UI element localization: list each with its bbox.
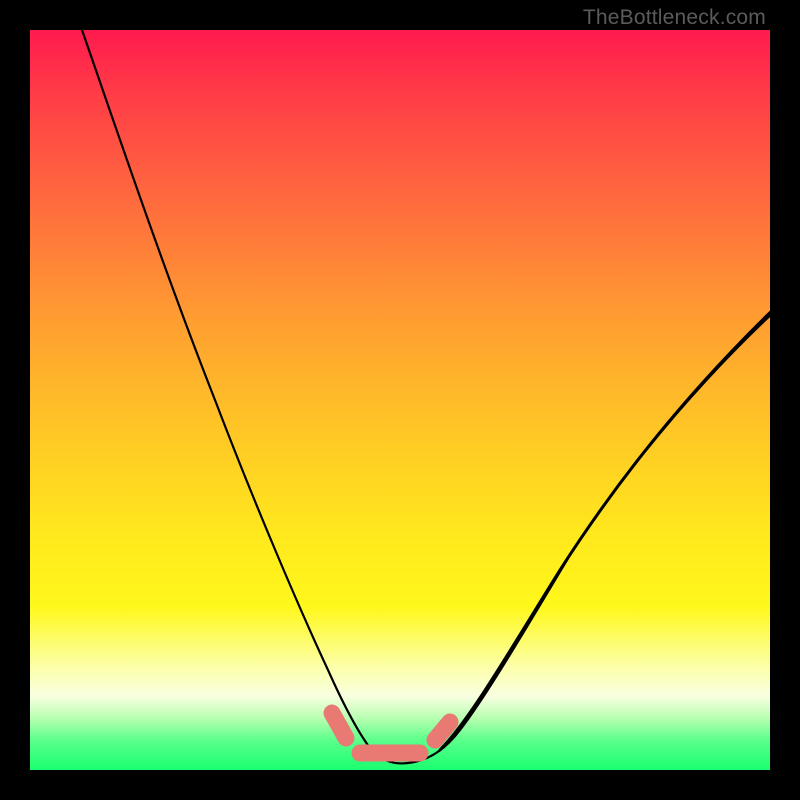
highlight-blob-left <box>332 713 346 738</box>
curve-layer <box>30 30 770 770</box>
curve-right-branch-overlay <box>440 315 770 750</box>
bottleneck-curve <box>82 30 770 763</box>
plot-area <box>30 30 770 770</box>
chart-frame: TheBottleneck.com <box>0 0 800 800</box>
highlight-blob-right <box>435 722 450 740</box>
watermark-text: TheBottleneck.com <box>583 6 766 30</box>
